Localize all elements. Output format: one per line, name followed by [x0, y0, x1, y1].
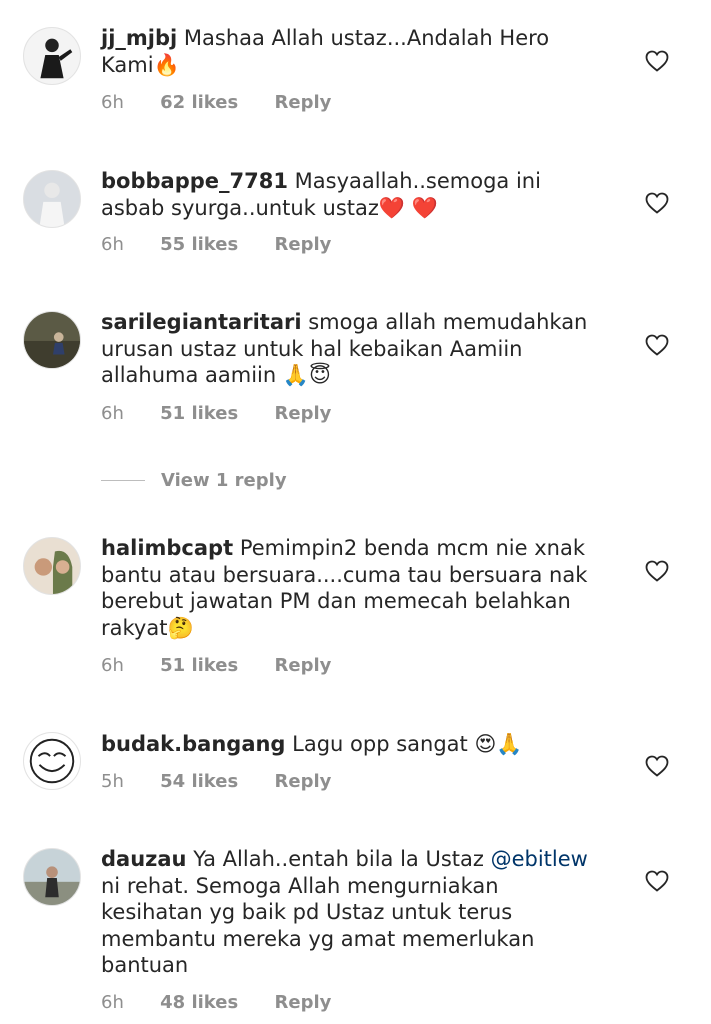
comment-time: 6h — [101, 92, 124, 113]
pray-emoji: 🙏😇 — [282, 363, 331, 387]
comment-likes[interactable]: 48 likes — [160, 992, 238, 1013]
comment-time: 6h — [101, 234, 124, 255]
comment-likes[interactable]: 54 likes — [160, 771, 238, 792]
heart-outline-icon[interactable] — [645, 560, 669, 582]
avatar[interactable] — [23, 311, 81, 369]
comment-meta: 6h 51 likes Reply — [101, 403, 361, 424]
comment-username[interactable]: halimbcapt — [101, 536, 233, 560]
reply-button[interactable]: Reply — [275, 655, 332, 676]
heart-outline-icon[interactable] — [645, 50, 669, 72]
comment-meta: 6h 62 likes Reply — [101, 92, 361, 113]
comment-body: Lagu opp sangat — [292, 732, 468, 756]
comment-username[interactable]: jj_mjbj — [101, 26, 177, 50]
comment-username[interactable]: budak.bangang — [101, 732, 285, 756]
reply-button[interactable]: Reply — [275, 92, 332, 113]
avatar[interactable] — [23, 732, 81, 790]
reply-button[interactable]: Reply — [275, 403, 332, 424]
comment-username[interactable]: sarilegiantaritari — [101, 310, 302, 334]
comment-time: 6h — [101, 655, 124, 676]
comment-time: 5h — [101, 771, 124, 792]
comment-text: halimbcapt Pemimpin2 benda mcm nie xnak … — [101, 535, 606, 641]
comment-body-continued: ni rehat. Semoga Allah mengurniakan kesi… — [101, 873, 535, 978]
comment-likes[interactable]: 51 likes — [160, 403, 238, 424]
comment-likes[interactable]: 51 likes — [160, 655, 238, 676]
comment-meta: 6h 55 likes Reply — [101, 234, 361, 255]
thinking-emoji: 🤔 — [167, 615, 194, 640]
comment-meta: 5h 54 likes Reply — [101, 771, 361, 792]
comment-body: Ya Allah..entah bila la Ustaz — [193, 847, 484, 871]
heart-eyes-emoji: 😍🙏 — [474, 732, 523, 756]
divider — [101, 479, 145, 481]
comment-likes[interactable]: 62 likes — [160, 92, 238, 113]
avatar[interactable] — [23, 27, 81, 85]
comment-text: dauzau Ya Allah..entah bila la Ustaz @eb… — [101, 846, 606, 979]
comment-text: bobbappe_7781 Masyaallah..semoga ini asb… — [101, 168, 606, 221]
comment-username[interactable]: bobbappe_7781 — [101, 169, 288, 193]
heart-emoji: ❤️ ❤️ — [378, 195, 438, 220]
heart-outline-icon[interactable] — [645, 192, 669, 214]
reply-button[interactable]: Reply — [275, 992, 332, 1013]
avatar[interactable] — [23, 848, 81, 906]
user-mention-link[interactable]: @ebitlew — [491, 847, 588, 871]
comment-time: 6h — [101, 403, 124, 424]
comment-text: jj_mjbj Mashaa Allah ustaz...Andalah Her… — [101, 25, 606, 78]
heart-outline-icon[interactable] — [645, 334, 669, 356]
heart-outline-icon[interactable] — [645, 870, 669, 892]
view-replies-label[interactable]: View 1 reply — [161, 470, 287, 491]
comment-likes[interactable]: 55 likes — [160, 234, 238, 255]
heart-outline-icon[interactable] — [645, 755, 669, 777]
comment-text: sarilegiantaritari smoga allah memudahka… — [101, 309, 606, 389]
avatar[interactable] — [23, 170, 81, 228]
view-replies-button[interactable]: View 1 reply — [101, 468, 287, 492]
comment-text: budak.bangang Lagu opp sangat 😍🙏 — [101, 731, 606, 758]
comment-meta: 6h 51 likes Reply — [101, 655, 361, 676]
comment-time: 6h — [101, 992, 124, 1013]
comment-username[interactable]: dauzau — [101, 847, 187, 871]
reply-button[interactable]: Reply — [275, 234, 332, 255]
comment-meta: 6h 48 likes Reply — [101, 992, 361, 1013]
reply-button[interactable]: Reply — [275, 771, 332, 792]
avatar[interactable] — [23, 537, 81, 595]
fire-emoji: 🔥 — [153, 52, 180, 77]
